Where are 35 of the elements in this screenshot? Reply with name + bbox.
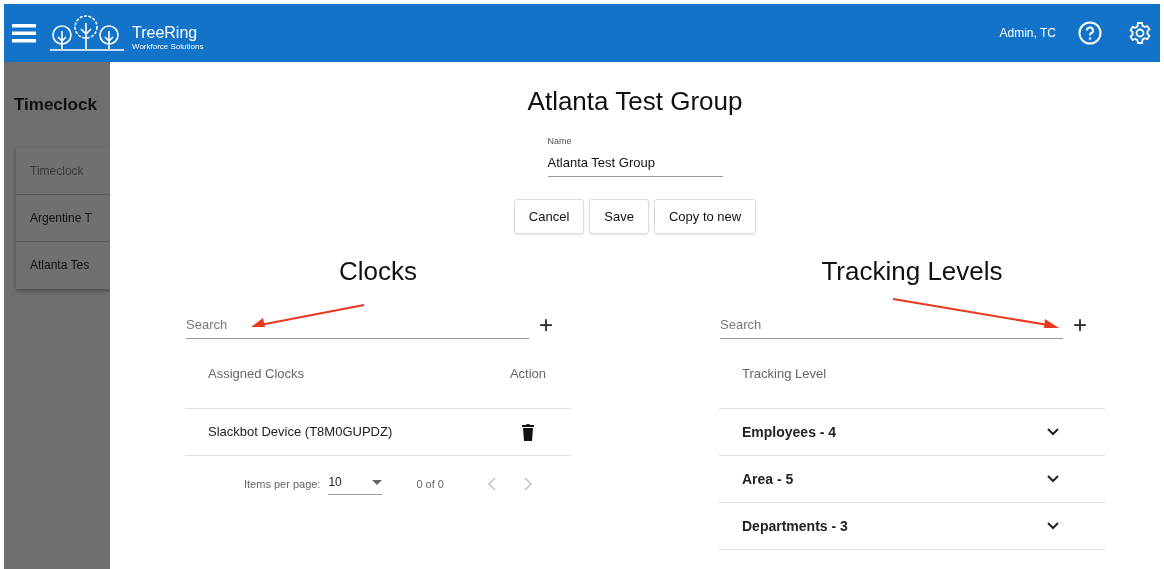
brand-tagline: Workforce Solutions — [132, 41, 204, 51]
page-size-select[interactable]: 10 — [328, 473, 383, 495]
row-label: Departments - 3 — [742, 516, 848, 536]
add-button[interactable]: + — [1073, 313, 1087, 339]
settings-icon[interactable] — [1128, 21, 1152, 45]
expansion-row[interactable]: Departments - 3 — [719, 503, 1105, 550]
list-item[interactable]: Atlanta Tes — [16, 241, 110, 289]
dialog-button[interactable]: Cancel — [513, 199, 585, 234]
column-header: Tracking Level — [741, 364, 827, 383]
page-title: Timeclock — [14, 94, 98, 116]
help-icon[interactable] — [1078, 21, 1102, 45]
dropdown-caret-icon — [372, 479, 383, 485]
row-label: Area - 5 — [742, 469, 794, 489]
trash-icon[interactable] — [521, 423, 535, 441]
column-header: Action — [508, 364, 548, 383]
section-title: Tracking Levels — [820, 255, 1004, 288]
paginator-range: 0 of 0 — [416, 476, 444, 492]
section-title: Clocks — [338, 255, 418, 288]
dialog-button[interactable]: Copy to new — [653, 199, 757, 234]
dialog-title: Atlanta Test Group — [527, 85, 743, 118]
paginator-label: Items per page: — [244, 476, 321, 492]
add-button[interactable]: + — [539, 313, 553, 339]
field-label: Name — [547, 135, 573, 148]
dialog-button[interactable]: Save — [589, 199, 649, 234]
menu-icon[interactable] — [12, 23, 36, 43]
expansion-row[interactable]: Employees - 4 — [719, 409, 1105, 456]
name-field[interactable]: Name Atlanta Test Group — [547, 135, 723, 177]
field-value: Atlanta Test Group — [547, 153, 656, 172]
expansion-row[interactable]: Area - 5 — [719, 456, 1105, 503]
table-cell-text: Slackbot Device (T8M0GUPDZ) — [207, 423, 394, 442]
user-name[interactable]: Admin, TC — [999, 24, 1056, 42]
brand-name: TreeRing — [132, 23, 199, 42]
trees-logo-icon — [48, 13, 124, 53]
column-header: Assigned Clocks — [207, 364, 306, 383]
row-label: Employees - 4 — [742, 422, 837, 442]
